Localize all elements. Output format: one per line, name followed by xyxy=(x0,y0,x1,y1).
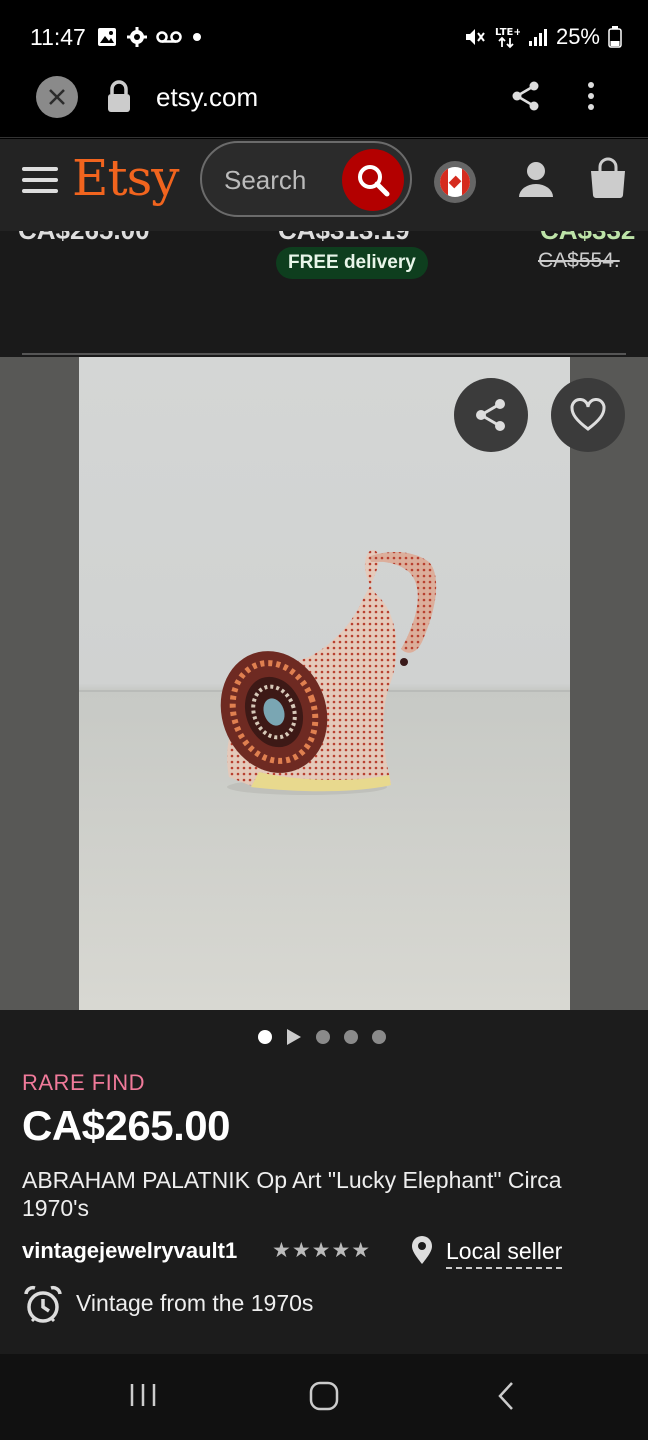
lock-icon[interactable] xyxy=(106,80,132,119)
divider xyxy=(22,353,626,355)
favorite-button[interactable] xyxy=(551,378,625,452)
browser-bar: etsy.com xyxy=(0,74,648,138)
status-time: 11:47 xyxy=(30,24,86,50)
close-icon xyxy=(49,89,65,105)
product-photo[interactable] xyxy=(79,357,570,1010)
gear-icon xyxy=(127,27,147,47)
home-icon xyxy=(309,1381,339,1411)
back-button[interactable] xyxy=(494,1380,518,1417)
cut-price-2: CA$313.19 xyxy=(278,231,410,246)
search-input[interactable]: Search xyxy=(200,141,412,217)
signal-icon xyxy=(528,29,547,46)
listing-info: RARE FIND CA$265.00 ABRAHAM PALATNIK Op … xyxy=(0,1066,648,1354)
vintage-note: Vintage from the 1970s xyxy=(76,1290,314,1316)
etsy-logo[interactable]: Etsy xyxy=(72,149,179,207)
product-gallery[interactable] xyxy=(0,357,648,1010)
rating-stars[interactable]: ★★★★★ xyxy=(272,1238,371,1263)
cart-button[interactable] xyxy=(588,157,628,204)
free-delivery-badge: FREE delivery xyxy=(276,247,428,279)
url-text[interactable]: etsy.com xyxy=(156,82,258,113)
recent-apps-button[interactable] xyxy=(128,1380,158,1415)
location-pin-icon xyxy=(410,1236,434,1271)
battery-icon xyxy=(608,26,622,48)
elephant-figurine-image xyxy=(220,550,437,795)
status-bar: 11:47 LTE+ 25% xyxy=(0,0,648,74)
share-listing-button[interactable] xyxy=(454,378,528,452)
heart-icon xyxy=(570,398,606,431)
search-button[interactable] xyxy=(342,149,404,211)
image-icon xyxy=(98,28,116,46)
dot-icon xyxy=(193,33,201,41)
pager-dot[interactable] xyxy=(316,1030,330,1044)
alarm-clock-icon xyxy=(22,1284,64,1331)
search-icon xyxy=(358,165,390,197)
android-nav-bar xyxy=(0,1354,648,1440)
back-icon xyxy=(498,1382,513,1410)
canada-flag-icon xyxy=(440,167,470,197)
share-icon xyxy=(512,81,539,111)
voicemail-icon xyxy=(156,31,182,43)
recommendation-strip: CA$265.00 CA$313.19 CA$332 FREE delivery… xyxy=(0,231,648,357)
cut-price-1: CA$265.00 xyxy=(18,231,150,246)
battery-percent: 25% xyxy=(555,24,600,49)
recent-apps-icon xyxy=(130,1384,156,1406)
close-tab-button[interactable] xyxy=(36,76,78,118)
cut-price-3: CA$332 xyxy=(540,231,635,246)
status-icons-right: LTE+ 25% xyxy=(464,24,622,50)
svg-text:LTE+: LTE+ xyxy=(495,27,520,38)
region-flag-button[interactable] xyxy=(434,161,476,203)
search-placeholder: Search xyxy=(224,165,307,195)
more-options-button[interactable] xyxy=(586,80,596,117)
more-vertical-icon xyxy=(588,82,594,110)
home-button[interactable] xyxy=(308,1380,340,1417)
account-button[interactable] xyxy=(516,159,556,204)
mute-icon xyxy=(465,29,485,45)
menu-button[interactable] xyxy=(22,167,58,195)
shopping-bag-icon xyxy=(591,157,625,198)
etsy-header: Etsy Search xyxy=(0,139,648,231)
pager-dot[interactable] xyxy=(372,1030,386,1044)
share-icon xyxy=(476,399,505,431)
lte-icon: LTE+ xyxy=(495,27,520,49)
pager-dots xyxy=(258,1028,386,1046)
gallery-pager xyxy=(0,1010,648,1066)
status-icons-left xyxy=(96,26,204,48)
pager-dot-active[interactable] xyxy=(258,1030,272,1044)
listing-price: CA$265.00 xyxy=(22,1102,230,1149)
seller-name-link[interactable]: vintagejewelryvault1 xyxy=(22,1238,237,1264)
user-icon xyxy=(519,162,553,197)
local-seller-link[interactable]: Local seller xyxy=(446,1238,563,1269)
listing-title: ABRAHAM PALATNIK Op Art "Lucky Elephant"… xyxy=(22,1167,562,1221)
rare-find-badge: RARE FIND xyxy=(22,1070,146,1095)
share-page-button[interactable] xyxy=(510,80,542,117)
pager-dot[interactable] xyxy=(344,1030,358,1044)
video-play-icon[interactable] xyxy=(286,1028,302,1046)
original-price: CA$554. xyxy=(538,249,620,272)
